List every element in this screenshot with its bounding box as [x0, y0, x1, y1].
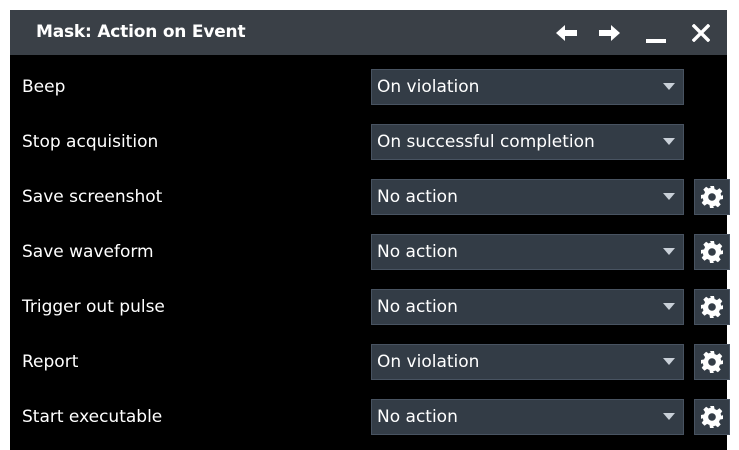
- gear-icon: [701, 186, 723, 208]
- chevron-down-icon: [663, 413, 675, 420]
- setting-label: Save screenshot: [22, 187, 163, 207]
- action-dropdown[interactable]: On successful completion: [371, 124, 684, 160]
- settings-button[interactable]: [694, 399, 730, 435]
- setting-row: Save screenshot No action: [10, 170, 730, 225]
- setting-row: Report On violation: [10, 335, 730, 390]
- dropdown-value: No action: [377, 242, 458, 262]
- gear-icon: [701, 406, 723, 428]
- action-dropdown[interactable]: No action: [371, 289, 684, 325]
- action-dropdown[interactable]: On violation: [371, 69, 684, 105]
- dropdown-value: On successful completion: [377, 132, 595, 152]
- dialog-titlebar[interactable]: Mask: Action on Event: [10, 10, 727, 55]
- setting-label: Report: [22, 352, 79, 372]
- close-icon[interactable]: [686, 18, 716, 48]
- settings-button[interactable]: [694, 344, 730, 380]
- action-dropdown[interactable]: On violation: [371, 344, 684, 380]
- dropdown-value: No action: [377, 407, 458, 427]
- minimize-icon[interactable]: [641, 18, 671, 48]
- mask-action-on-event-dialog: Mask: Action on Event Beep On violation St…: [10, 10, 730, 450]
- settings-button[interactable]: [694, 289, 730, 325]
- dropdown-value: On violation: [377, 352, 480, 372]
- chevron-down-icon: [663, 358, 675, 365]
- setting-row: Stop acquisition On successful completion: [10, 115, 727, 170]
- dropdown-value: No action: [377, 187, 458, 207]
- gear-icon: [701, 241, 723, 263]
- setting-label: Trigger out pulse: [22, 297, 165, 317]
- dropdown-value: On violation: [377, 77, 480, 97]
- setting-label: Beep: [22, 77, 66, 97]
- dropdown-value: No action: [377, 297, 458, 317]
- arrow-right-icon[interactable]: [594, 18, 624, 48]
- settings-button[interactable]: [694, 179, 730, 215]
- chevron-down-icon: [663, 138, 675, 145]
- setting-label: Save waveform: [22, 242, 154, 262]
- settings-button[interactable]: [694, 234, 730, 270]
- action-dropdown[interactable]: No action: [371, 234, 684, 270]
- chevron-down-icon: [663, 83, 675, 90]
- setting-row: Start executable No action: [10, 390, 730, 445]
- setting-row: Beep On violation: [10, 60, 727, 115]
- chevron-down-icon: [663, 303, 675, 310]
- action-dropdown[interactable]: No action: [371, 399, 684, 435]
- gear-icon: [701, 351, 723, 373]
- setting-row: Save waveform No action: [10, 225, 730, 280]
- action-dropdown[interactable]: No action: [371, 179, 684, 215]
- chevron-down-icon: [663, 193, 675, 200]
- setting-row: Trigger out pulse No action: [10, 280, 730, 335]
- arrow-left-icon[interactable]: [552, 18, 582, 48]
- gear-icon: [701, 296, 723, 318]
- setting-label: Start executable: [22, 407, 163, 427]
- dialog-title: Mask: Action on Event: [36, 22, 246, 42]
- chevron-down-icon: [663, 248, 675, 255]
- setting-label: Stop acquisition: [22, 132, 159, 152]
